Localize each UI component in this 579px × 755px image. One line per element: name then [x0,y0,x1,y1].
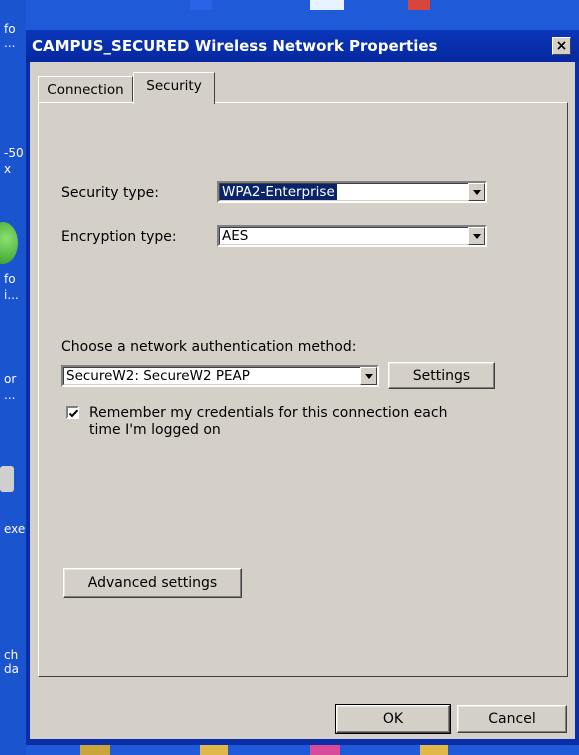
desktop-icon-label[interactable]: exe [4,522,25,536]
close-icon: × [555,38,568,54]
desktop-app-icon[interactable] [0,466,14,492]
remember-credentials-label-line1[interactable]: Remember my credentials for this connect… [89,405,447,421]
desktop-icon-label[interactable]: fo [4,22,16,36]
chevron-down-icon[interactable] [360,367,377,385]
wireless-properties-dialog: CAMPUS_SECURED Wireless Network Properti… [26,30,579,745]
remember-credentials-label-line2[interactable]: time I'm logged on [89,422,221,438]
dialog-body: Connection Security Security type: WPA2-… [30,62,575,739]
chevron-down-icon[interactable] [468,227,485,245]
desktop-icon-peek [408,0,430,10]
security-type-value: WPA2-Enterprise [220,184,337,200]
cancel-button[interactable]: Cancel [457,705,567,733]
settings-button[interactable]: Settings [388,362,495,389]
desktop-icon-label[interactable]: x [4,162,11,176]
desktop-icon-peek [190,0,212,10]
encryption-type-select[interactable]: AES [217,225,487,247]
desktop-icon-label[interactable]: ... [4,36,15,50]
desktop-icon-label[interactable]: -50 [4,146,24,160]
title-bar[interactable]: CAMPUS_SECURED Wireless Network Properti… [26,30,579,62]
desktop-icon-label[interactable]: da [4,662,19,676]
dialog-title: CAMPUS_SECURED Wireless Network Properti… [32,37,438,55]
remember-credentials-checkbox[interactable] [66,406,79,419]
auth-method-select[interactable]: SecureW2: SecureW2 PEAP [61,365,379,387]
desktop-icon-label[interactable]: fo [4,272,16,286]
desktop-icon-peek [310,0,344,10]
encryption-type-label: Encryption type: [61,229,177,245]
close-button[interactable]: × [552,37,571,55]
security-type-label: Security type: [61,185,159,201]
security-type-select[interactable]: WPA2-Enterprise [217,181,487,203]
auth-method-label: Choose a network authentication method: [61,339,357,355]
advanced-settings-button[interactable]: Advanced settings [63,568,242,598]
checkmark-icon [68,409,79,418]
security-tab-panel: Security type: WPA2-Enterprise Encryptio… [38,102,568,677]
ok-button[interactable]: OK [335,704,451,734]
desktop-icon-label[interactable]: ... [4,388,15,402]
desktop-icon-label[interactable]: i... [4,288,19,302]
auth-method-value: SecureW2: SecureW2 PEAP [66,368,250,384]
tab-security[interactable]: Security [133,72,215,104]
encryption-type-value: AES [222,228,249,244]
chevron-down-icon[interactable] [468,183,485,201]
tab-connection[interactable]: Connection [38,76,133,102]
desktop-icon-label[interactable]: or [4,372,16,386]
desktop-icon-label[interactable]: ch [4,648,18,662]
